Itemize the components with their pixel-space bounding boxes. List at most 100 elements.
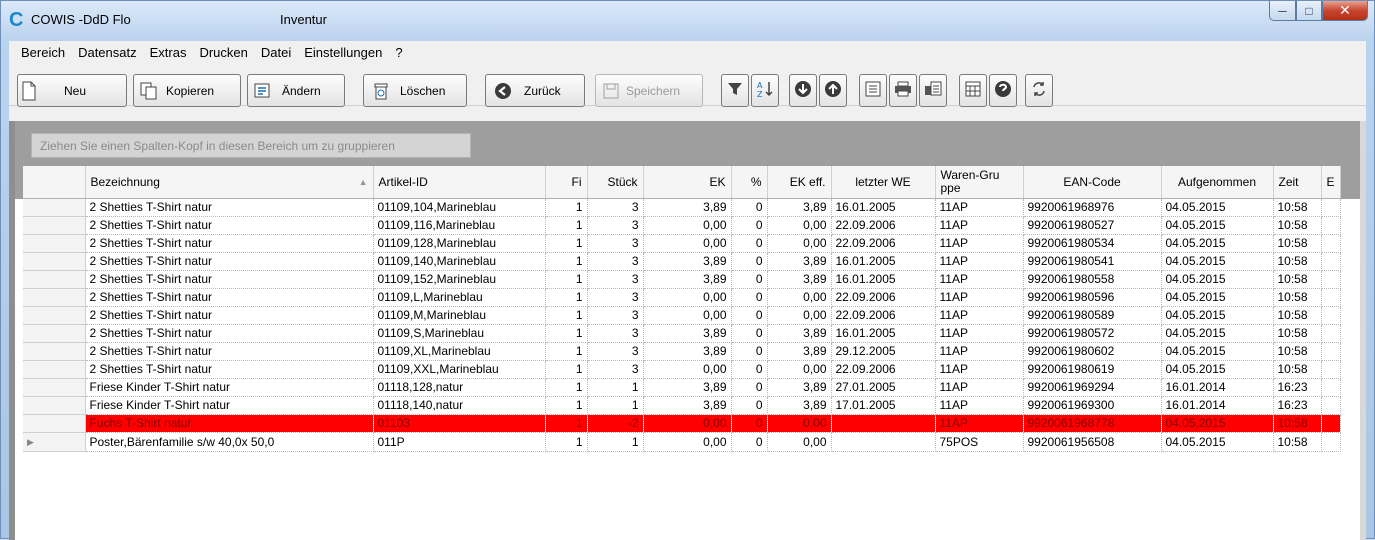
cell-stueck[interactable]: 3 (587, 288, 644, 307)
cell-letzter-we[interactable]: 22.09.2006 (831, 288, 936, 307)
cell-stueck[interactable]: 3 (587, 306, 644, 325)
cell-artikel-id[interactable]: 011P (373, 432, 546, 452)
cell-zeit[interactable]: 10:58 (1273, 288, 1322, 307)
table-row[interactable]: 2 Shetties T-Shirt natur 01109,XL,Marineb… (23, 342, 1341, 361)
cell-zeit[interactable]: 10:58 (1273, 252, 1322, 271)
cell-percent[interactable]: 0 (731, 360, 768, 379)
cell-ek[interactable]: 0,00 (643, 234, 732, 253)
cell-letzter-we[interactable]: 16.01.2005 (831, 324, 936, 343)
cell-zeit[interactable]: 16:23 (1273, 378, 1322, 397)
cell-fi[interactable]: 1 (545, 234, 588, 253)
cell-fi[interactable]: 1 (545, 414, 588, 433)
cell-warengruppe[interactable]: 11AP (935, 216, 1024, 235)
cell-fi[interactable]: 1 (545, 198, 588, 217)
cell-artikel-id[interactable]: 01109,140,Marineblau (373, 252, 546, 271)
row-selector[interactable] (23, 324, 86, 343)
row-selector[interactable] (23, 234, 86, 253)
delete-button[interactable]: Löschen (363, 74, 467, 107)
cell-ek-eff[interactable]: 0,00 (767, 234, 832, 253)
cell-warengruppe[interactable]: 11AP (935, 252, 1024, 271)
row-selector[interactable] (23, 198, 86, 217)
cell-bezeichnung[interactable]: Friese Kinder T-Shirt natur (85, 396, 374, 415)
group-by-drop-area[interactable]: Ziehen Sie einen Spalten-Kopf in diesen … (31, 133, 471, 158)
move-down-button[interactable] (789, 74, 817, 107)
cell-aufgenommen[interactable]: 04.05.2015 (1161, 324, 1274, 343)
cell-ean-code[interactable]: 9920061969300 (1023, 396, 1162, 415)
refresh-button[interactable] (1025, 74, 1053, 107)
cell-artikel-id[interactable]: 01109,128,Marineblau (373, 234, 546, 253)
cell-aufgenommen[interactable]: 04.05.2015 (1161, 234, 1274, 253)
col-header-zeit[interactable]: Zeit (1273, 166, 1322, 199)
cell-artikel-id[interactable]: 01109,152,Marineblau (373, 270, 546, 289)
cell-letzter-we[interactable]: 22.09.2006 (831, 306, 936, 325)
cell-letzter-we[interactable]: 16.01.2005 (831, 270, 936, 289)
cell-aufgenommen[interactable]: 04.05.2015 (1161, 342, 1274, 361)
cell-warengruppe[interactable]: 75POS (935, 432, 1024, 452)
cell-stueck[interactable]: 3 (587, 324, 644, 343)
menu-datei[interactable]: Datei (257, 45, 295, 60)
cell-fi[interactable]: 1 (545, 288, 588, 307)
cell-ek[interactable]: 3,89 (643, 198, 732, 217)
cell-bezeichnung[interactable]: Fuchs T-Shirt natur (85, 414, 374, 433)
cell-stueck[interactable]: 1 (587, 378, 644, 397)
cell-ek[interactable]: 3,89 (643, 342, 732, 361)
cell-aufgenommen[interactable]: 04.05.2015 (1161, 306, 1274, 325)
cell-zeit[interactable]: 10:58 (1273, 306, 1322, 325)
row-selector[interactable] (23, 378, 86, 397)
cell-aufgenommen[interactable]: 04.05.2015 (1161, 360, 1274, 379)
cell-fi[interactable]: 1 (545, 252, 588, 271)
print-preview-button[interactable] (919, 74, 947, 107)
row-selector[interactable] (23, 216, 86, 235)
cell-warengruppe[interactable]: 11AP (935, 342, 1024, 361)
cell-ek-eff[interactable]: 0,00 (767, 216, 832, 235)
cell-letzter-we[interactable]: 22.09.2006 (831, 216, 936, 235)
cell-ek-eff[interactable]: 3,89 (767, 270, 832, 289)
cell-zeit[interactable]: 10:58 (1273, 414, 1322, 433)
cell-aufgenommen[interactable]: 04.05.2015 (1161, 270, 1274, 289)
cell-percent[interactable]: 0 (731, 396, 768, 415)
cell-aufgenommen[interactable]: 04.05.2015 (1161, 414, 1274, 433)
cell-ean-code[interactable]: 9920061969294 (1023, 378, 1162, 397)
cell-zeit[interactable]: 10:58 (1273, 360, 1322, 379)
cell-extra[interactable] (1321, 414, 1341, 433)
cell-ek[interactable]: 3,89 (643, 324, 732, 343)
cell-ek-eff[interactable]: 0,00 (767, 306, 832, 325)
cell-letzter-we[interactable] (831, 432, 936, 452)
cell-ek-eff[interactable]: 3,89 (767, 252, 832, 271)
cell-extra[interactable] (1321, 396, 1341, 415)
cell-ek[interactable]: 0,00 (643, 414, 732, 433)
cell-fi[interactable]: 1 (545, 432, 588, 452)
cell-artikel-id[interactable]: 01109,XL,Marineblau (373, 342, 546, 361)
cell-bezeichnung[interactable]: 2 Shetties T-Shirt natur (85, 360, 374, 379)
col-header-bezeichnung[interactable]: Bezeichnung ▲ (85, 166, 374, 199)
cell-ek-eff[interactable]: 3,89 (767, 198, 832, 217)
cell-warengruppe[interactable]: 11AP (935, 198, 1024, 217)
cell-ean-code[interactable]: 9920061956508 (1023, 432, 1162, 452)
cell-aufgenommen[interactable]: 04.05.2015 (1161, 288, 1274, 307)
row-selector[interactable] (23, 360, 86, 379)
sort-button[interactable]: AZ (751, 74, 779, 107)
table-row[interactable]: 2 Shetties T-Shirt natur 01109,152,Marine… (23, 270, 1341, 289)
cell-ean-code[interactable]: 9920061968976 (1023, 198, 1162, 217)
cell-percent[interactable]: 0 (731, 342, 768, 361)
cell-zeit[interactable]: 10:58 (1273, 198, 1322, 217)
table-row[interactable]: Fuchs T-Shirt natur 01103 1 -2 0,00 0 0,00 11AP… (23, 414, 1341, 433)
col-header-ek[interactable]: EK (643, 166, 732, 199)
cell-ek-eff[interactable]: 0,00 (767, 360, 832, 379)
cell-ean-code[interactable]: 9920061980534 (1023, 234, 1162, 253)
cell-ean-code[interactable]: 9920061968778 (1023, 414, 1162, 433)
close-button[interactable]: ✕ (1322, 1, 1368, 21)
cell-artikel-id[interactable]: 01109,S,Marineblau (373, 324, 546, 343)
cell-bezeichnung[interactable]: 2 Shetties T-Shirt natur (85, 216, 374, 235)
menu-datensatz[interactable]: Datensatz (74, 45, 141, 60)
cell-warengruppe[interactable]: 11AP (935, 306, 1024, 325)
row-selector[interactable] (23, 306, 86, 325)
save-button[interactable]: Speichern (595, 74, 703, 107)
cell-percent[interactable]: 0 (731, 306, 768, 325)
table-row[interactable]: Friese Kinder T-Shirt natur 01118,140,nat… (23, 396, 1341, 415)
cell-zeit[interactable]: 10:58 (1273, 324, 1322, 343)
col-header-letzter-we[interactable]: letzter WE (831, 166, 936, 199)
cell-ek[interactable]: 0,00 (643, 306, 732, 325)
cell-aufgenommen[interactable]: 04.05.2015 (1161, 252, 1274, 271)
cell-extra[interactable] (1321, 306, 1341, 325)
